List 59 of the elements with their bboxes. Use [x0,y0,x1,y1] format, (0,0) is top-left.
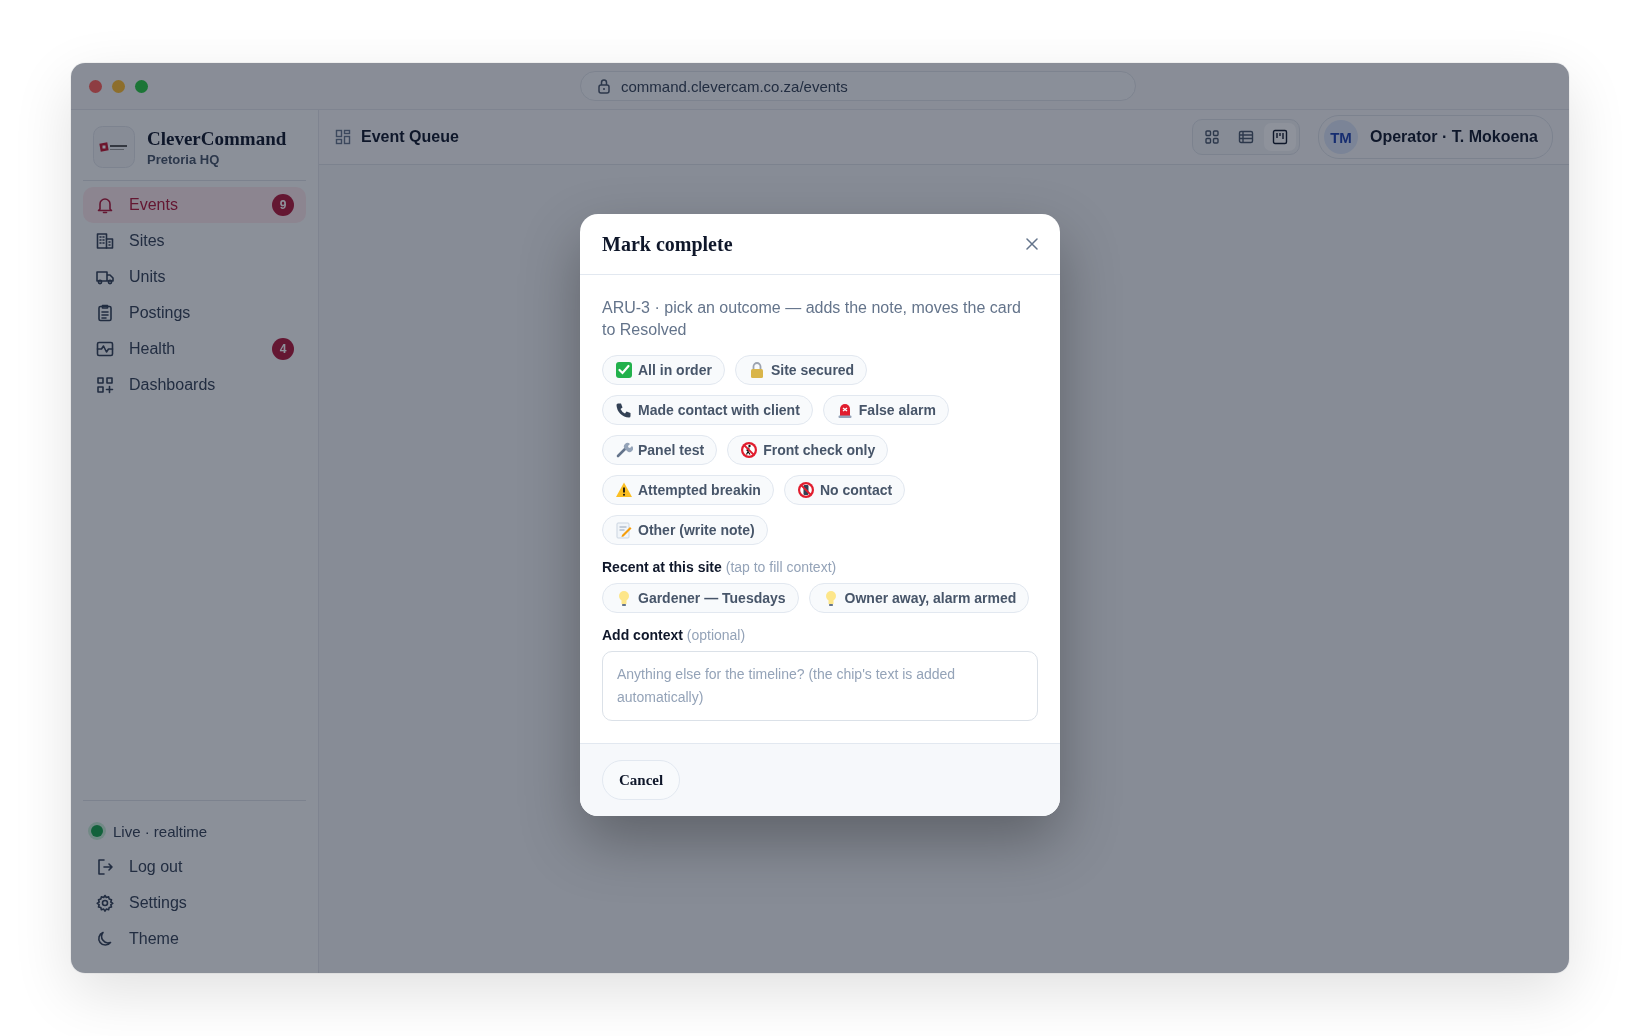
outcome-chip[interactable]: No contact [783,475,906,505]
lock-icon [597,78,611,94]
phone-icon [615,401,633,419]
nav-item[interactable]: Sites [83,223,306,259]
status-label: Live · realtime [113,822,208,840]
location-label: Pretoria HQ [147,151,221,167]
count-badge: 4 [272,338,294,360]
nav-item[interactable]: Health 4 [83,331,306,367]
field-label: Add context (optional) [602,627,747,643]
sidebar-action[interactable]: Log out [83,849,306,885]
clipboard-icon [95,303,115,323]
cancel-button[interactable]: Cancel [602,760,681,800]
building-icon [95,231,115,251]
outcome-chip[interactable]: False alarm [822,395,949,425]
page-title: Event Queue [361,128,459,146]
status-dot [91,825,103,837]
count-badge: 9 [272,194,294,216]
dashboard-icon [335,129,351,145]
outcome-chip[interactable]: Other (write note) [602,515,768,545]
nav-item[interactable]: Dashboards [83,367,306,403]
section-label: Recent at this site (tap to fill context) [602,559,838,575]
outcome-chip[interactable]: Attempted breakin [602,475,774,505]
user-menu[interactable]: TM Operator · T. Mokoena [1317,115,1553,159]
warning-icon [615,481,633,499]
avatar: TM [1323,120,1358,154]
no-phone-icon [796,481,815,499]
suggestion-chip[interactable]: Gardener — Tuesdays [602,583,799,613]
brand-name: CleverCommand [147,127,287,150]
nav-item[interactable]: Units [83,259,306,295]
outcome-chip[interactable]: All in order [602,355,725,385]
address-bar[interactable]: command.clevercam.co.za/events [580,71,1136,101]
suggestion-chip[interactable]: Owner away, alarm armed [808,583,1030,613]
tiles-icon [1203,129,1220,145]
check-icon [615,361,633,379]
dialog-description: ARU-3 · pick an outcome — adds the note, moves the card to Resolved [602,298,1022,340]
dialog-title: Mark complete [602,232,733,256]
outcome-chip[interactable]: Panel test [602,435,718,465]
no-pedestrian-icon [740,441,759,459]
nav-item[interactable]: Postings [83,295,306,331]
bell-icon [95,195,115,215]
wrench-icon [615,441,633,459]
pulse-icon [95,339,115,359]
view-toggle[interactable] [1263,123,1296,151]
nav-item[interactable]: Events 9 [83,187,306,223]
sidebar-action[interactable]: Theme [83,921,306,957]
outcome-chip[interactable]: Site secured [734,355,868,385]
list-icon [1237,129,1254,145]
grid-plus-icon [95,375,115,395]
outcome-chip[interactable]: Front check only [727,435,889,465]
close-light[interactable] [89,79,102,93]
memo-icon [615,521,633,539]
close-icon[interactable] [1026,238,1038,250]
logo-icon [93,126,135,168]
outcome-chip[interactable]: Made contact with client [602,395,813,425]
settings-icon [95,893,115,913]
logout-icon [95,857,115,877]
board-icon [1271,129,1288,145]
context-field[interactable]: Anything else for the timeline? (the chip's text is added automatically) [602,651,1038,721]
sidebar-action[interactable]: Settings [83,885,306,921]
